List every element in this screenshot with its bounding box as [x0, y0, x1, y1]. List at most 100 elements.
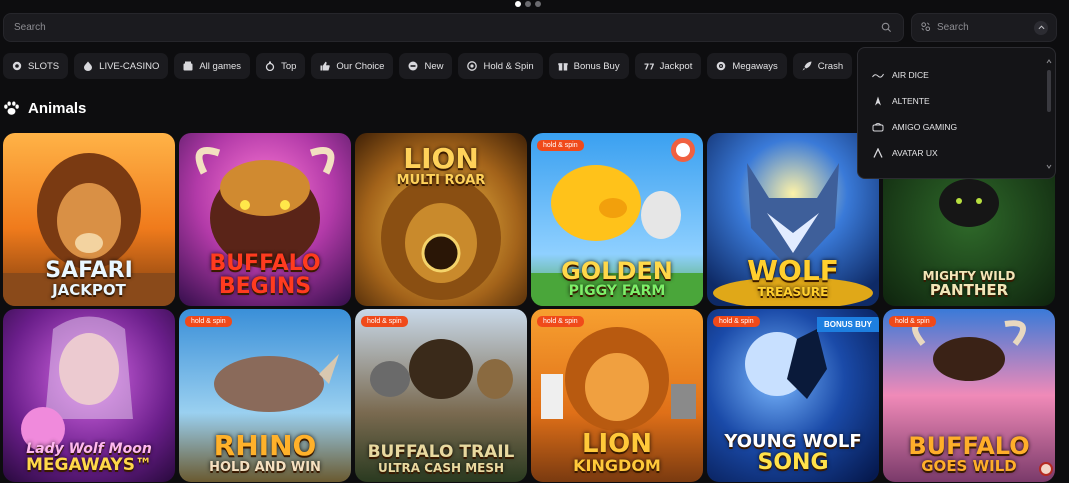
provider-option-altente[interactable]: ALTENTE [858, 88, 1055, 114]
category-hold-spin[interactable]: Hold & Spin [458, 53, 543, 79]
game-card-lady-wolf-moon[interactable]: Lady Wolf Moon MEGAWAYS™ [3, 309, 175, 482]
category-all-games[interactable]: All games [174, 53, 251, 79]
carousel-dot[interactable] [525, 1, 531, 7]
provider-option-label: ALTENTE [892, 96, 930, 106]
category-label: Jackpot [659, 60, 693, 72]
game-title: YOUNG WOLF SONG [713, 431, 873, 475]
game-title-line2: SONG [757, 449, 829, 475]
category-label: Crash [817, 60, 844, 72]
game-card-buffalo-begins[interactable]: BUFFALO BEGINS [179, 133, 351, 306]
game-title-line2: HOLD AND WIN [209, 459, 321, 475]
provider-option-air-dice[interactable]: AIR DICE [858, 62, 1055, 88]
game-card-rhino-hold-and-win[interactable]: hold & spin RHINO HOLD AND WIN [179, 309, 351, 482]
provider-option-label: AMIGO GAMING [892, 122, 958, 132]
section-header: Animals [3, 100, 86, 117]
search-icon[interactable] [879, 21, 893, 35]
game-title-line2: TREASURE [757, 284, 829, 299]
amigo-gaming-icon [872, 123, 884, 132]
game-card-buffalo-trail-ultra[interactable]: hold & spin BUFFALO TRAIL ULTRA CASH MES… [355, 309, 527, 482]
svg-text:777: 777 [644, 62, 654, 71]
megaways-icon [717, 61, 726, 71]
game-title: LION KINGDOM [537, 431, 697, 474]
game-title-line1: BUFFALO [908, 432, 1030, 461]
carousel-dots [515, 1, 541, 7]
slots-icon [12, 61, 22, 71]
game-card-buffalo-goes-wild[interactable]: hold & spin BUFFALO GOES WILD [883, 309, 1055, 482]
game-title-line1: BUFFALO [209, 251, 321, 277]
provider-option-amigo-gaming[interactable]: AMIGO GAMING [858, 114, 1055, 140]
category-live-casino[interactable]: LIVE-CASINO [74, 53, 169, 79]
game-search-bar [3, 13, 904, 42]
game-title-line1: WOLF [747, 254, 839, 288]
game-card-lion-multi-roar[interactable]: LION MULTI ROAR [355, 133, 527, 306]
new-icon [408, 61, 418, 71]
game-title-line1: SAFARI [45, 258, 133, 284]
provider-filter[interactable] [911, 13, 1057, 42]
category-label: New [424, 60, 444, 72]
category-label: Our Choice [336, 60, 385, 72]
paw-icon [4, 101, 19, 115]
game-title: Lady Wolf Moon MEGAWAYS™ [9, 442, 169, 474]
search-input[interactable] [14, 22, 879, 33]
category-bar: SLOTS LIVE-CASINO All games Top Our Choi… [3, 53, 853, 79]
casino-chip-icon[interactable] [1039, 462, 1053, 476]
all-games-icon [183, 61, 193, 71]
game-title-line2: ULTRA CASH MESH [377, 460, 505, 475]
game-title-line1: LION [403, 142, 479, 175]
category-top[interactable]: Top [256, 53, 306, 79]
game-title: RHINO HOLD AND WIN [185, 432, 345, 474]
category-label: Megaways [732, 60, 778, 72]
provider-dropdown: AIR DICE ALTENTE AMIGO GAMING AVATAR UX [857, 47, 1056, 179]
category-new[interactable]: New [399, 53, 453, 79]
air-dice-icon [872, 73, 884, 78]
hold-spin-badge: hold & spin [537, 140, 584, 151]
avatar-ux-icon [873, 148, 883, 158]
category-crash[interactable]: Crash [792, 53, 853, 79]
category-slots[interactable]: SLOTS [3, 53, 69, 79]
category-label: All games [199, 60, 242, 72]
game-grid: SAFARI JACKPOT BUFFALO BEGINS LION MULTI… [3, 133, 1057, 482]
game-title: LION MULTI ROAR [361, 142, 521, 188]
hold-spin-badge: hold & spin [537, 316, 584, 327]
category-our-choice[interactable]: Our Choice [311, 53, 394, 79]
category-jackpot[interactable]: 777 Jackpot [634, 53, 702, 79]
hold-spin-badge: hold & spin [889, 316, 936, 327]
hold-spin-badge: hold & spin [713, 316, 760, 327]
provider-option-avatar-ux[interactable]: AVATAR UX [858, 140, 1055, 166]
game-title-line2: GOES WILD [921, 456, 1017, 475]
game-title-line1: RHINO [213, 429, 317, 463]
game-title-line2: MEGAWAYS™ [26, 454, 152, 475]
game-card-lion-kingdom[interactable]: hold & spin LION KINGDOM [531, 309, 703, 482]
altente-icon [875, 96, 881, 106]
carousel-dot[interactable] [515, 1, 521, 7]
rocket-icon [802, 61, 812, 71]
top-icon [265, 61, 275, 71]
game-title-line2: BEGINS [218, 273, 312, 299]
provider-search-input[interactable] [937, 22, 1028, 33]
game-card-golden-piggy-farm[interactable]: hold & spin GOLDEN PIGGY FARM [531, 133, 703, 306]
category-label: Top [281, 60, 297, 72]
game-title-line2: JACKPOT [52, 280, 126, 299]
game-title-line1: YOUNG WOLF [724, 431, 862, 453]
game-card-safari-jackpot[interactable]: SAFARI JACKPOT [3, 133, 175, 306]
bonus-buy-icon [557, 63, 568, 71]
bonus-buy-badge: BONUS BUY [816, 317, 879, 332]
section-title: Animals [28, 100, 87, 117]
game-title-line1: GOLDEN [561, 257, 673, 286]
game-title-line1: LION [581, 429, 653, 460]
game-title: GOLDEN PIGGY FARM [537, 259, 697, 298]
category-megaways[interactable]: Megaways [707, 53, 787, 79]
category-label: Bonus Buy [573, 60, 620, 72]
game-title-line2: PANTHER [929, 280, 1009, 299]
category-bonus-buy[interactable]: Bonus Buy [548, 53, 629, 79]
carousel-dot[interactable] [535, 1, 541, 7]
game-card-wolf-treasure[interactable]: WOLF TREASURE [707, 133, 879, 306]
chevron-up-icon[interactable] [1034, 20, 1048, 35]
dropdown-scroll-thumb[interactable] [1047, 70, 1051, 112]
hold-spin-badge: hold & spin [361, 316, 408, 327]
hold-spin-icon [467, 61, 478, 71]
hold-spin-badge: hold & spin [185, 316, 232, 327]
game-title-line2: MULTI ROAR [396, 172, 486, 188]
game-card-young-wolf-song[interactable]: hold & spin BONUS BUY YOUNG WOLF SONG [707, 309, 879, 482]
jackpot-icon: 777 [644, 62, 654, 71]
